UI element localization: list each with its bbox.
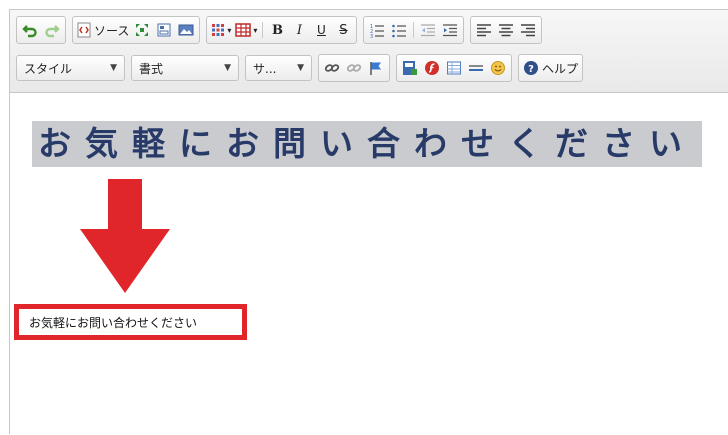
align-left-button[interactable] xyxy=(473,19,495,41)
template-icon xyxy=(403,61,417,75)
italic-button[interactable]: I xyxy=(288,19,310,41)
editor-toolbar: ソース ▾ ▾ B I U S 1 2 3 スタイル ▼ 書式 ▼ サ... ▼… xyxy=(10,10,728,93)
anchor-button[interactable] xyxy=(365,57,387,79)
indent-button[interactable] xyxy=(439,19,461,41)
flash-icon xyxy=(425,61,439,75)
maximize-button[interactable] xyxy=(131,19,153,41)
style-combo[interactable]: スタイル ▼ xyxy=(16,55,125,81)
editor-content-area[interactable]: お気軽にお問い合わせください お気軽にお問い合わせください xyxy=(10,93,728,435)
table-button[interactable]: ▾ xyxy=(233,19,259,41)
undo-button[interactable] xyxy=(19,19,41,41)
chevron-down-icon: ▼ xyxy=(110,63,117,73)
maximize-icon xyxy=(136,24,149,36)
template-button[interactable] xyxy=(399,57,421,79)
table-properties-button[interactable] xyxy=(443,57,465,79)
history-group xyxy=(16,16,66,44)
bold-button[interactable]: B xyxy=(266,19,288,41)
svg-text:3: 3 xyxy=(370,34,373,38)
result-text: お気軽にお問い合わせください xyxy=(29,315,198,330)
outdent-icon xyxy=(421,24,436,37)
smiley-icon xyxy=(491,61,505,75)
style-combo-label: スタイル xyxy=(24,61,73,76)
show-blocks-button[interactable] xyxy=(153,19,175,41)
source-button[interactable]: ソース xyxy=(75,19,131,41)
separator xyxy=(413,22,415,38)
table-icon xyxy=(447,61,461,75)
redo-icon xyxy=(45,25,60,38)
toolbar-row-2: スタイル ▼ 書式 ▼ サ... ▼ ? ヘルプ xyxy=(16,54,589,82)
horizontal-rule-button[interactable] xyxy=(465,57,487,79)
format-combo-label: 書式 xyxy=(139,61,164,76)
chevron-down-icon: ▼ xyxy=(224,63,231,73)
undo-icon xyxy=(22,25,37,38)
link-icon xyxy=(324,64,340,72)
help-icon: ? xyxy=(524,61,538,75)
bulleted-style-button[interactable]: ▾ xyxy=(209,19,233,41)
underline-button[interactable]: U xyxy=(310,19,332,41)
media-group xyxy=(396,54,512,82)
numbered-list-icon: 1 2 3 xyxy=(370,24,385,38)
show-blocks-icon xyxy=(157,23,171,37)
align-right-button[interactable] xyxy=(517,19,539,41)
list-group: 1 2 3 xyxy=(363,16,465,44)
horizontal-rule-icon xyxy=(469,65,483,71)
unlink-icon xyxy=(346,64,362,72)
align-center-icon xyxy=(499,24,514,37)
align-group xyxy=(470,16,543,44)
help-button[interactable]: ? ヘルプ xyxy=(521,57,580,79)
source-icon xyxy=(77,22,91,38)
help-label: ヘルプ xyxy=(542,61,579,76)
flash-button[interactable] xyxy=(421,57,443,79)
indent-icon xyxy=(443,24,458,37)
grid-icon xyxy=(212,24,225,36)
chevron-down-icon: ▾ xyxy=(253,25,258,35)
table-icon xyxy=(235,23,252,37)
smiley-button[interactable] xyxy=(487,57,509,79)
highlighted-heading-text: お気軽にお問い合わせください xyxy=(32,121,702,167)
numbered-list-button[interactable]: 1 2 3 xyxy=(366,19,388,41)
bulleted-list-button[interactable] xyxy=(388,19,410,41)
strike-button[interactable]: S xyxy=(332,19,354,41)
svg-text:?: ? xyxy=(528,64,534,75)
link-group xyxy=(318,54,390,82)
document-group: ソース xyxy=(72,16,201,44)
size-combo-label: サ... xyxy=(253,61,277,76)
result-highlight-box: お気軽にお問い合わせください xyxy=(14,304,247,340)
image-icon xyxy=(178,24,194,36)
arrow-down-icon xyxy=(80,179,170,294)
rich-text-editor: ソース ▾ ▾ B I U S 1 2 3 スタイル ▼ 書式 ▼ サ... ▼… xyxy=(9,9,728,434)
size-combo[interactable]: サ... ▼ xyxy=(245,55,312,81)
align-center-button[interactable] xyxy=(495,19,517,41)
redo-button[interactable] xyxy=(41,19,63,41)
unlink-button[interactable] xyxy=(343,57,365,79)
source-label: ソース xyxy=(94,23,130,38)
toolbar-row-1: ソース ▾ ▾ B I U S 1 2 3 xyxy=(16,16,548,44)
chevron-down-icon: ▾ xyxy=(227,25,232,35)
separator xyxy=(262,22,264,38)
outdent-button[interactable] xyxy=(417,19,439,41)
format-combo[interactable]: 書式 ▼ xyxy=(131,55,239,81)
bulleted-list-icon xyxy=(392,24,407,38)
insert-group: ▾ ▾ B I U S xyxy=(206,16,358,44)
link-button[interactable] xyxy=(321,57,343,79)
help-group: ? ヘルプ xyxy=(518,54,584,82)
align-left-icon xyxy=(477,24,492,37)
chevron-down-icon: ▼ xyxy=(297,63,304,73)
flag-icon xyxy=(370,62,381,75)
align-right-icon xyxy=(521,24,536,37)
image-button[interactable] xyxy=(175,19,197,41)
